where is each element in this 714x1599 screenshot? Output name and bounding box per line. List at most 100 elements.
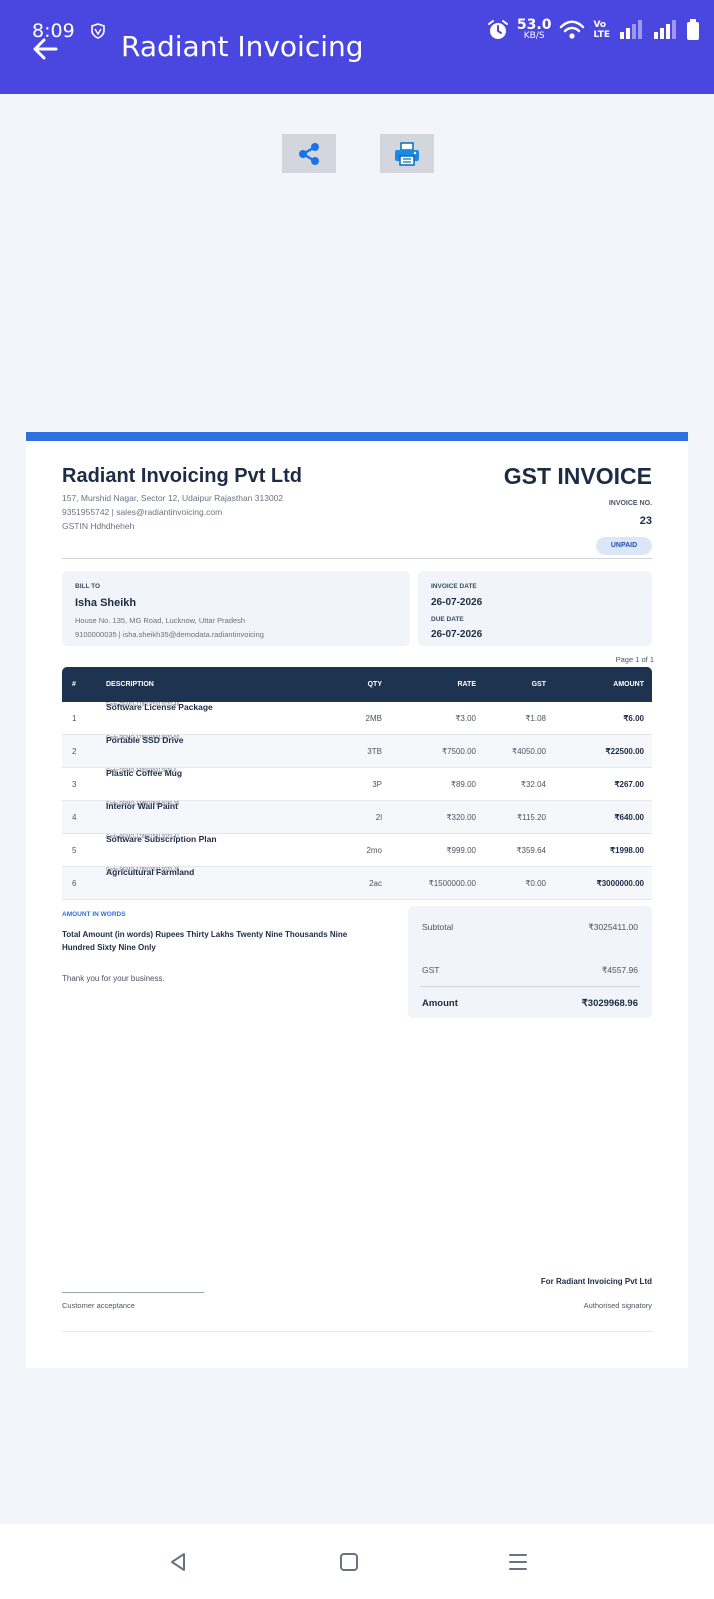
item-code: Code DEMO-1785075913070-49 [106, 702, 180, 708]
item-gst: ₹359.64 [516, 846, 546, 855]
item-rate: ₹320.00 [446, 813, 476, 822]
table-header: # DESCRIPTION QTY RATE GST AMOUNT [62, 667, 652, 702]
row-index: 6 [72, 879, 77, 888]
col-rate: RATE [457, 681, 476, 688]
battery-icon [687, 18, 699, 40]
company-contact: 9351955742 | sales@radiantinvoicing.com [62, 507, 223, 517]
amount-total: ₹3029968.96 [581, 998, 638, 1009]
item-qty: 2ac [369, 879, 382, 888]
company-address: 157, Murshid Nagar, Sector 12, Udaipur R… [62, 493, 284, 503]
dates-card: INVOICE DATE 26-07-2026 DUE DATE 26-07-2… [418, 571, 652, 646]
item-rate: ₹89.00 [450, 780, 476, 789]
item-qty: 3P [372, 780, 382, 789]
table-row: 4 Interior Wall Paint Code DEMO-17850759… [62, 801, 652, 834]
page-info: Page 1 of 1 [615, 655, 654, 664]
invoice-document: Radiant Invoicing Pvt Ltd GST INVOICE 15… [26, 432, 688, 1368]
nav-recents-button[interactable] [500, 1544, 536, 1580]
col-index: # [72, 681, 76, 688]
for-company: For Radiant Invoicing Pvt Ltd [540, 1277, 652, 1286]
triangle-back-icon [171, 1553, 185, 1571]
totals-divider [420, 986, 640, 987]
back-arrow-icon[interactable] [30, 34, 60, 64]
thank-you-note: Thank you for your business. [62, 974, 165, 983]
authorised-signatory: Authorised signatory [583, 1301, 652, 1310]
share-icon [299, 142, 319, 165]
signal-2-icon [654, 19, 676, 39]
customer-acceptance: Customer acceptance [62, 1301, 135, 1310]
network-type: Vo LTE [593, 19, 610, 40]
client-contact: 9100000035 | isha.sheikh35@demodata.radi… [75, 630, 264, 639]
square-home-icon [340, 1553, 358, 1571]
gst-value: ₹4557.96 [601, 965, 638, 975]
app-bar: 8:09 Radiant Invoicing 53.0 KB/S Vo LTE [0, 0, 714, 94]
invoice-date-label: INVOICE DATE [431, 583, 477, 590]
nav-back-button[interactable] [160, 1544, 196, 1580]
item-code: Code DEMO-1785075913070-6 [106, 768, 177, 774]
footer-divider [62, 1331, 652, 1332]
item-amount: ₹640.00 [614, 813, 644, 822]
system-nav-bar [0, 1524, 714, 1599]
col-amount: AMOUNT [613, 681, 644, 688]
invoice-number-label: INVOICE NO. [608, 500, 652, 507]
col-gst: GST [531, 681, 546, 688]
row-index: 3 [72, 780, 77, 789]
item-gst: ₹115.20 [517, 813, 546, 822]
amount-in-words-label: AMOUNT IN WORDS [62, 911, 126, 918]
item-rate: ₹3.00 [455, 714, 476, 723]
wifi-icon [560, 20, 585, 39]
due-date-label: DUE DATE [431, 616, 464, 623]
table-row: 3 Plastic Coffee Mug Code DEMO-178507591… [62, 768, 652, 801]
invoice-date: 26-07-2026 [431, 597, 483, 608]
nav-home-button[interactable] [331, 1544, 367, 1580]
item-code: Code DEMO-1785075913070-41 [106, 834, 180, 840]
item-code: Code DEMO-1785075913070-50 [106, 735, 180, 741]
item-rate: ₹1500000.00 [428, 879, 476, 888]
item-amount: ₹6.00 [623, 714, 644, 723]
menu-recents-icon [509, 1554, 527, 1570]
item-gst: ₹1.08 [525, 714, 546, 723]
print-icon [395, 141, 419, 166]
item-qty: 3TB [367, 747, 382, 756]
item-rate: ₹7500.00 [441, 747, 476, 756]
client-name: Isha Sheikh [75, 597, 137, 609]
item-gst: ₹32.04 [520, 780, 546, 789]
amount-label: Amount [422, 998, 458, 1009]
item-qty: 2l [375, 813, 382, 822]
table-row: 1 Software License Package Code DEMO-178… [62, 702, 652, 735]
divider [62, 558, 652, 559]
vpn-shield-icon [91, 23, 105, 39]
document-title: GST INVOICE [503, 463, 652, 489]
item-qty: 2mo [366, 846, 382, 855]
subtotal-value: ₹3025411.00 [588, 922, 638, 932]
row-index: 1 [72, 714, 77, 723]
bill-to-label: BILL TO [75, 583, 101, 590]
gst-label: GST [422, 965, 440, 975]
invoice-number: 23 [639, 515, 652, 527]
signal-1-icon [620, 19, 642, 39]
company-gstin: GSTIN Hdhdheheh [62, 521, 135, 531]
print-button[interactable] [380, 134, 434, 173]
status-icons: 53.0 KB/S Vo LTE [487, 18, 700, 41]
amount-in-words: Total Amount (in words) Rupees Thirty La… [62, 930, 348, 952]
table-row: 6 Agricultural Farmland Code DEMO-178507… [62, 867, 652, 900]
network-speed: 53.0 KB/S [516, 17, 552, 41]
item-amount: ₹3000000.00 [596, 879, 644, 888]
bill-to-card: BILL TO Isha Sheikh House No. 135, MG Ro… [62, 571, 410, 646]
table-row: 2 Portable SSD Drive Code DEMO-178507591… [62, 735, 652, 768]
item-gst: ₹4050.00 [511, 747, 546, 756]
app-title: Radiant Invoicing [121, 30, 364, 63]
item-rate: ₹999.00 [446, 846, 476, 855]
item-qty: 2MB [365, 714, 382, 723]
col-description: DESCRIPTION [106, 681, 154, 688]
row-index: 2 [72, 747, 77, 756]
col-qty: QTY [367, 681, 382, 688]
row-index: 4 [72, 813, 77, 822]
item-amount: ₹1998.00 [609, 846, 644, 855]
row-index: 5 [72, 846, 77, 855]
client-address: House No. 135, MG Road, Lucknow, Uttar P… [75, 616, 246, 625]
item-gst: ₹0.00 [525, 879, 546, 888]
signature-line [62, 1292, 204, 1293]
item-amount: ₹22500.00 [605, 747, 644, 756]
share-button[interactable] [282, 134, 336, 173]
status-badge: UNPAID [596, 537, 652, 555]
